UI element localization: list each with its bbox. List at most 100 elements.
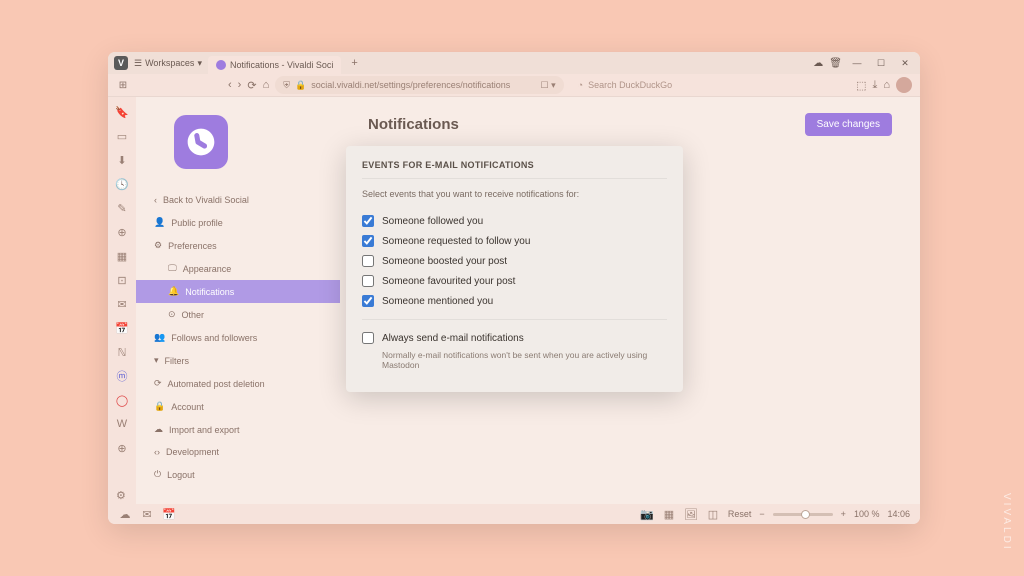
always-send-option[interactable]: Always send e-mail notifications	[362, 328, 667, 348]
nav-follows[interactable]: 👥Follows and followers	[136, 326, 340, 349]
reading-list-icon[interactable]: ▭	[115, 129, 129, 143]
downloads-panel-icon[interactable]: ⬇	[115, 153, 129, 167]
event-label: Someone favourited your post	[382, 276, 515, 287]
search-placeholder: Search DuckDuckGo	[588, 80, 672, 90]
tabs-panel-icon[interactable]: ⊡	[115, 273, 129, 287]
reload-button[interactable]: ⟳	[247, 79, 256, 92]
app-logo-icon	[174, 115, 228, 169]
capture-icon[interactable]: 📷	[640, 507, 654, 521]
zoom-value: 100 %	[854, 509, 880, 519]
email-event-option[interactable]: Someone favourited your post	[362, 271, 667, 291]
email-event-option[interactable]: Someone followed you	[362, 211, 667, 231]
feeds-panel-icon[interactable]: ℕ	[115, 345, 129, 359]
code-icon: ‹›	[154, 447, 160, 457]
popup-title: EVENTS FOR E-MAIL NOTIFICATIONS	[362, 160, 667, 170]
event-checkbox[interactable]	[362, 215, 374, 227]
vivaldi-logo-icon[interactable]: V	[114, 56, 128, 70]
ruler-icon[interactable]: ◫	[706, 507, 720, 521]
cloud-icon[interactable]: ☁	[813, 58, 823, 69]
nav-back[interactable]: ‹Back to Vivaldi Social	[136, 189, 340, 211]
chevron-down-icon: ▾	[197, 58, 202, 69]
tab-title: Notifications - Vivaldi Soci	[230, 60, 333, 70]
bookmarks-panel-icon[interactable]: 🔖	[115, 105, 129, 119]
zoom-thumb[interactable]	[801, 510, 810, 519]
email-event-option[interactable]: Someone requested to follow you	[362, 231, 667, 251]
history-panel-icon[interactable]: 🕓	[115, 177, 129, 191]
zoom-in-icon[interactable]: +	[841, 509, 846, 519]
nav-preferences[interactable]: ⚙Preferences	[136, 234, 340, 257]
wikipedia-panel-icon[interactable]: W	[115, 417, 129, 431]
browser-tab[interactable]: Notifications - Vivaldi Soci	[208, 56, 341, 74]
nav-dev[interactable]: ‹›Development	[136, 441, 340, 463]
lock2-icon: 🔒	[154, 401, 165, 412]
picture-icon[interactable]: 🖼	[684, 507, 698, 521]
mail-status-icon[interactable]: ✉	[140, 507, 154, 521]
chevron-left-icon: ‹	[154, 195, 157, 205]
shield-icon: ⛨	[283, 80, 290, 91]
event-checkbox[interactable]	[362, 275, 374, 287]
search-bar[interactable]: ◔ Search DuckDuckGo	[570, 80, 850, 90]
event-checkbox[interactable]	[362, 235, 374, 247]
statusbar: ☁ ✉ 📅 📷 ▦ 🖼 ◫ Reset − + 100 % 14:06	[108, 504, 920, 524]
tab-favicon-icon	[216, 60, 226, 70]
home2-icon[interactable]: ⌂	[883, 79, 890, 91]
cloud2-icon: ☁	[154, 424, 163, 435]
event-label: Someone requested to follow you	[382, 236, 530, 247]
email-event-option[interactable]: Someone mentioned you	[362, 291, 667, 311]
nav-account[interactable]: 🔒Account	[136, 395, 340, 418]
nav-import[interactable]: ☁Import and export	[136, 418, 340, 441]
zoom-slider[interactable]	[773, 513, 833, 516]
nav-public-profile[interactable]: 👤Public profile	[136, 211, 340, 234]
nav-logout[interactable]: ⏻Logout	[136, 463, 340, 486]
nav-notifications[interactable]: 🔔Notifications	[136, 280, 340, 303]
address-bar[interactable]: ⛨ 🔒 social.vivaldi.net/settings/preferen…	[275, 76, 563, 94]
extensions-icon[interactable]: ⬚	[856, 79, 866, 92]
bookmark-icon[interactable]: ☐ ▾	[541, 80, 556, 91]
zoom-reset[interactable]: Reset	[728, 509, 752, 519]
download-icon[interactable]: ⤓	[872, 79, 877, 92]
opera-panel-icon[interactable]: ◯	[115, 393, 129, 407]
email-event-option[interactable]: Someone boosted your post	[362, 251, 667, 271]
filter-icon: ▾	[154, 355, 159, 366]
profile-avatar[interactable]	[896, 77, 912, 93]
user-icon: 👤	[154, 217, 165, 228]
toolbar: ⊞ ‹ › ⟳ ⌂ ⛨ 🔒 social.vivaldi.net/setting…	[108, 74, 920, 97]
forward-button[interactable]: ›	[238, 79, 242, 91]
settings-panel-icon[interactable]: ⚙	[116, 489, 126, 502]
back-button[interactable]: ‹	[228, 79, 232, 91]
nav-appearance[interactable]: 🖵Appearance	[136, 257, 340, 280]
nav-filters[interactable]: ▾Filters	[136, 349, 340, 372]
event-checkbox[interactable]	[362, 255, 374, 267]
tile-icon[interactable]: ▦	[662, 507, 676, 521]
url-text: social.vivaldi.net/settings/preferences/…	[311, 80, 510, 90]
home-button[interactable]: ⌂	[263, 79, 270, 91]
close-button[interactable]: ✕	[896, 56, 914, 70]
page-header: Notifications Save changes	[368, 113, 892, 136]
new-tab-button[interactable]: +	[351, 57, 357, 69]
calendar-status-icon[interactable]: 📅	[162, 507, 176, 521]
zoom-out-icon[interactable]: −	[759, 509, 764, 519]
translate-icon[interactable]: ⊕	[115, 225, 129, 239]
nav-other[interactable]: ⊙Other	[136, 303, 340, 326]
save-button[interactable]: Save changes	[805, 113, 892, 136]
calendar-panel-icon[interactable]: 📅	[115, 321, 129, 335]
event-checkbox[interactable]	[362, 295, 374, 307]
always-checkbox[interactable]	[362, 332, 374, 344]
email-notifications-popup: EVENTS FOR E-MAIL NOTIFICATIONS Select e…	[346, 146, 683, 392]
page-title: Notifications	[368, 116, 459, 133]
add-panel-icon[interactable]: ⊕	[115, 441, 129, 455]
event-label: Someone boosted your post	[382, 256, 507, 267]
sync-status-icon[interactable]: ☁	[118, 507, 132, 521]
mastodon-panel-icon[interactable]: ⓜ	[115, 369, 129, 383]
panel-toggle-icon[interactable]: ⊞	[116, 78, 130, 92]
trash-icon[interactable]: 🗑	[829, 58, 842, 69]
maximize-button[interactable]: ☐	[872, 56, 890, 70]
minimize-button[interactable]: —	[848, 56, 866, 70]
hamburger-icon: ☰	[134, 58, 142, 69]
workspaces-dropdown[interactable]: ☰ Workspaces ▾	[134, 58, 202, 69]
mail-panel-icon[interactable]: ✉	[115, 297, 129, 311]
notes-panel-icon[interactable]: ✎	[115, 201, 129, 215]
window-panel-icon[interactable]: ▦	[115, 249, 129, 263]
nav-automated[interactable]: ⟳Automated post deletion	[136, 372, 340, 395]
search-engine-icon: ◔	[578, 80, 583, 90]
